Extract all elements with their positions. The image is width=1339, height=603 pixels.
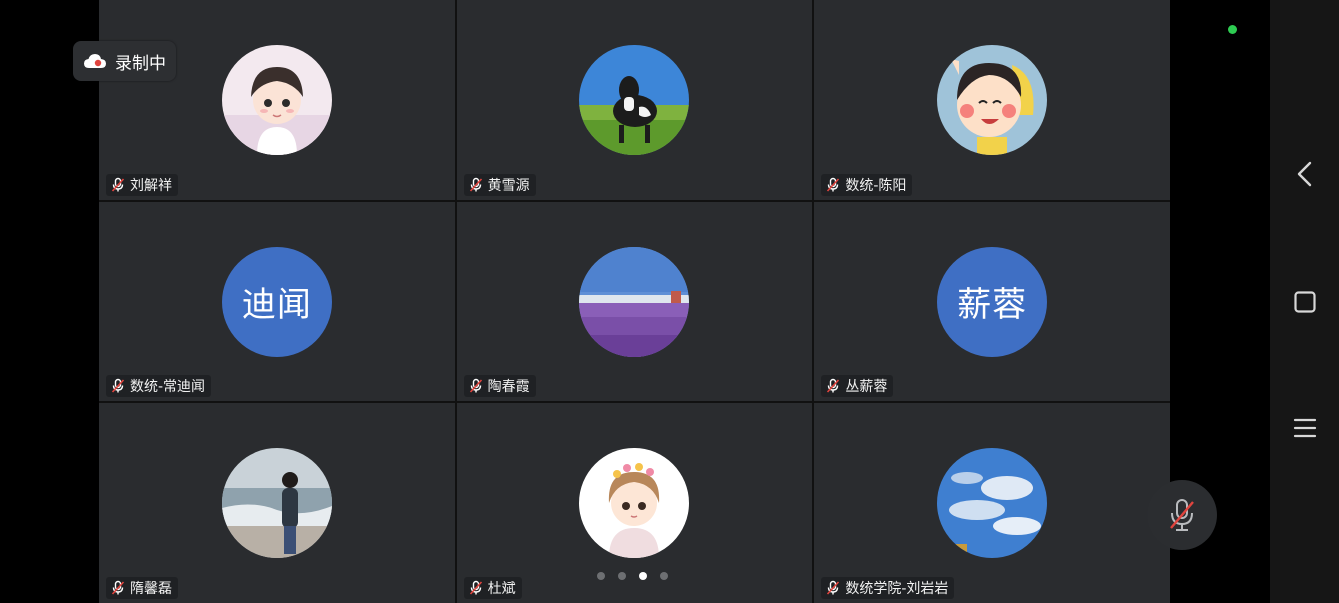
hamburger-icon: [1293, 418, 1317, 438]
participant-grid: 刘解祥 黄雪源 数统-陈阳 迪闻 数统-常迪闻 陶春霞 薪蓉 丛薪蓉 隋馨磊 杜…: [99, 0, 1170, 603]
participant-nameplate: 数统-陈阳: [821, 173, 913, 196]
back-button[interactable]: [1291, 160, 1319, 188]
participant-nameplate: 数统-常迪闻: [106, 375, 212, 398]
participant-nameplate: 黄雪源: [463, 173, 536, 196]
mic-muted-icon: [469, 379, 482, 393]
participant-tile[interactable]: 刘解祥: [99, 0, 455, 200]
participant-name: 数统-常迪闻: [130, 379, 206, 396]
cloud-icon: [84, 54, 106, 68]
mic-muted-icon: [469, 580, 482, 595]
participant-name: 隋馨磊: [130, 581, 172, 597]
mic-muted-icon: [1170, 499, 1194, 531]
page-dot[interactable]: [618, 572, 626, 580]
participant-nameplate: 刘解祥: [106, 173, 178, 196]
participant-nameplate: 杜斌: [463, 577, 522, 599]
mic-muted-icon: [827, 177, 840, 192]
page-dot-active[interactable]: [639, 572, 647, 580]
participant-name: 刘解祥: [130, 177, 172, 194]
avatar-image-cow-in-meadow: [579, 45, 690, 155]
avatar-image-cartoon-girl-flower-crown: [579, 448, 690, 559]
mute-toggle-button[interactable]: [1147, 480, 1217, 550]
avatar: [221, 45, 332, 155]
participant-name: 杜斌: [487, 581, 516, 597]
home-button[interactable]: [1291, 288, 1319, 316]
participant-tile[interactable]: 数统-陈阳: [814, 0, 1170, 200]
participant-name: 数统学院-刘岩岩: [845, 581, 949, 597]
mic-muted-icon: [111, 580, 125, 595]
participant-nameplate: 数统学院-刘岩岩: [821, 577, 955, 599]
avatar-initials: 薪蓉: [937, 246, 1048, 357]
square-icon: [1294, 291, 1316, 313]
participant-name: 丛薪蓉: [845, 379, 888, 396]
avatar-image-cartoon-boy: [221, 45, 332, 155]
participant-name: 黄雪源: [487, 177, 530, 194]
participant-tile[interactable]: 薪蓉 丛薪蓉: [814, 201, 1170, 402]
avatar: [579, 45, 690, 155]
page-indicator[interactable]: [597, 572, 668, 580]
menu-button[interactable]: [1291, 414, 1319, 442]
participant-nameplate: 隋馨磊: [106, 577, 178, 599]
mic-muted-icon: [469, 177, 482, 192]
mic-muted-icon: [827, 379, 840, 393]
avatar-image-cartoon-girl-waving: [937, 45, 1048, 155]
avatar: [937, 45, 1048, 155]
recording-label: 录制中: [115, 53, 166, 74]
participant-tile[interactable]: 黄雪源: [456, 0, 813, 200]
avatar: [579, 246, 690, 357]
camera-status-indicator: [1228, 25, 1237, 34]
chevron-left-icon: [1297, 161, 1312, 187]
recording-badge[interactable]: 录制中: [73, 41, 176, 81]
avatar-image-blue-sky-clouds: [937, 448, 1048, 559]
mic-muted-icon: [111, 379, 125, 393]
participant-tile[interactable]: 隋馨磊: [99, 403, 455, 603]
avatar-initials: 迪闻: [221, 246, 332, 357]
participant-name: 陶春霞: [487, 379, 530, 396]
participant-tile[interactable]: 陶春霞: [456, 201, 813, 402]
avatar: [221, 448, 332, 559]
avatar: [937, 448, 1048, 559]
page-dot[interactable]: [660, 572, 668, 580]
avatar-image-person-at-beach: [221, 448, 332, 559]
participant-tile[interactable]: 数统学院-刘岩岩: [814, 403, 1170, 603]
avatar-image-lavender-field: [579, 246, 690, 357]
participant-nameplate: 陶春霞: [463, 375, 536, 398]
mic-muted-icon: [827, 580, 840, 595]
participant-nameplate: 丛薪蓉: [821, 375, 894, 398]
participant-name: 数统-陈阳: [845, 177, 907, 194]
participant-tile[interactable]: 迪闻 数统-常迪闻: [99, 201, 455, 402]
page-dot[interactable]: [597, 572, 605, 580]
mic-muted-icon: [111, 177, 125, 192]
avatar: [579, 448, 690, 559]
system-navigation-bar: [1270, 0, 1339, 603]
